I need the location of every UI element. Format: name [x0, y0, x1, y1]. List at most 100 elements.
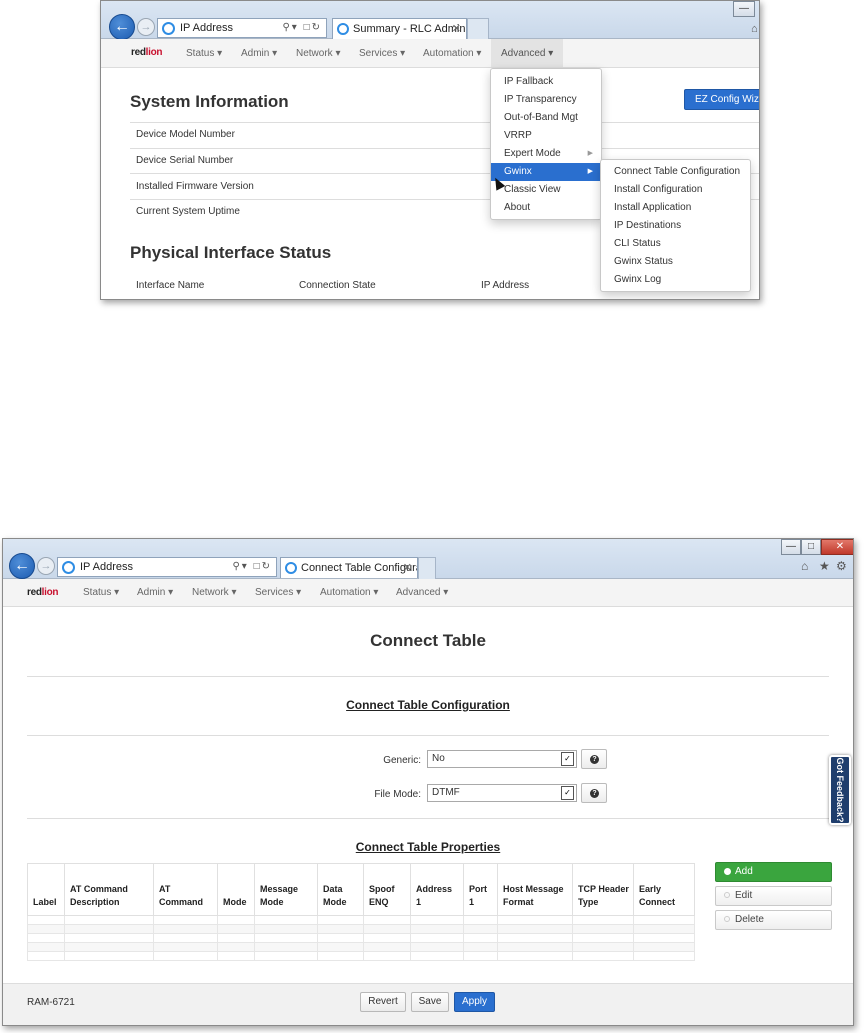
page-title: Connect Table — [370, 631, 486, 650]
menu-out-of-band[interactable]: Out-of-Band Mgt — [491, 109, 601, 127]
save-button[interactable]: Save — [411, 992, 449, 1012]
chevron-down-icon: ✓ — [561, 752, 574, 766]
submenu-gwinx-status[interactable]: Gwinx Status — [601, 253, 750, 271]
close-tab-icon[interactable]: ✕ — [403, 558, 412, 578]
device-model-label: RAM-6721 — [27, 997, 75, 1008]
menu-gwinx[interactable]: Gwinx ▶ — [491, 163, 601, 181]
chevron-right-icon: ▶ — [587, 168, 593, 175]
help-icon: ? — [590, 789, 599, 798]
submenu-install-config[interactable]: Install Configuration — [601, 181, 750, 199]
minimize-icon[interactable]: — — [781, 539, 801, 555]
close-window-icon[interactable]: ✕ — [821, 539, 853, 555]
nav-automation[interactable]: Automation ▾ — [320, 587, 378, 598]
table-row[interactable] — [27, 924, 695, 934]
chevron-right-icon: ▶ — [587, 150, 593, 157]
tab-title: Summary - RLC Administra... — [353, 23, 467, 35]
table-row[interactable] — [27, 933, 695, 943]
row-device-serial: Device Serial Number — [136, 155, 234, 166]
table-row[interactable] — [27, 942, 695, 952]
gear-icon[interactable]: ⚙ — [836, 559, 847, 573]
generic-select[interactable]: No ✓ — [427, 750, 577, 768]
col-message-mode: Message Mode — [254, 863, 318, 916]
back-icon[interactable]: ← — [9, 553, 35, 579]
nav-network[interactable]: Network ▾ — [192, 587, 237, 598]
nav-admin[interactable]: Admin ▾ — [241, 48, 277, 59]
delete-button[interactable]: Delete — [715, 910, 832, 930]
submenu-cli-status[interactable]: CLI Status — [601, 235, 750, 253]
col-at-command-desc: AT Command Description — [64, 863, 154, 916]
close-tab-icon[interactable]: ✕ — [452, 19, 461, 39]
address-text: IP Address — [180, 22, 233, 34]
feedback-tab[interactable]: Got Feedback? — [829, 755, 851, 825]
home-icon[interactable]: ⌂ — [751, 23, 758, 35]
help-icon: ? — [590, 755, 599, 764]
config-section-title: Connect Table Configuration — [346, 698, 510, 712]
table-row[interactable] — [27, 915, 695, 925]
nav-status[interactable]: Status ▾ — [83, 587, 119, 598]
nav-admin[interactable]: Admin ▾ — [137, 587, 173, 598]
nav-advanced[interactable]: Advanced ▾ — [491, 39, 564, 67]
submenu-gwinx-log[interactable]: Gwinx Log — [601, 271, 750, 289]
submenu-ip-destinations[interactable]: IP Destinations — [601, 217, 750, 235]
submenu-install-app[interactable]: Install Application — [601, 199, 750, 217]
col-port-1: Port 1 — [463, 863, 498, 916]
minimize-icon[interactable]: — — [733, 1, 755, 17]
browser-tab[interactable]: Summary - RLC Administra... ✕ — [332, 18, 467, 39]
address-bar[interactable]: IP Address ⚲▾ □↻ — [57, 557, 277, 577]
menu-ip-transparency[interactable]: IP Transparency — [491, 91, 601, 109]
generic-value: No — [432, 753, 445, 764]
submenu-connect-table[interactable]: Connect Table Configuration — [601, 163, 750, 181]
add-button[interactable]: Add — [715, 862, 832, 882]
footer-bar: RAM-6721 Revert Save Apply — [3, 983, 853, 1025]
nav-services[interactable]: Services ▾ — [359, 48, 405, 59]
nav-status[interactable]: Status ▾ — [186, 48, 222, 59]
row-firmware: Installed Firmware Version — [136, 181, 254, 192]
filemode-help-button[interactable]: ? — [581, 783, 607, 803]
edit-button[interactable]: Edit — [715, 886, 832, 906]
filemode-value: DTMF — [432, 787, 460, 798]
nav-automation[interactable]: Automation ▾ — [423, 48, 481, 59]
menu-about[interactable]: About — [491, 199, 601, 217]
maximize-icon[interactable]: □ — [801, 539, 821, 555]
page-title: System Information — [130, 92, 289, 111]
col-mode: Mode — [217, 863, 255, 916]
nav-advanced[interactable]: Advanced ▾ — [396, 587, 448, 598]
redlion-logo: redlion — [131, 47, 163, 58]
col-interface-name: Interface Name — [136, 280, 205, 291]
col-at-command: AT Command — [153, 863, 218, 916]
menu-ip-fallback[interactable]: IP Fallback — [491, 73, 601, 91]
forward-icon[interactable]: → — [37, 557, 55, 575]
connect-table: Label AT Command Description AT Command … — [27, 863, 695, 961]
app-navbar: redlion Status ▾ Admin ▾ Network ▾ Servi… — [3, 579, 853, 607]
bottom-browser-window: — □ ✕ ← → IP Address ⚲▾ □↻ Connect Table… — [2, 538, 854, 1026]
revert-button[interactable]: Revert — [360, 992, 406, 1012]
browser-toolbar: — □ ✕ ← → IP Address ⚲▾ □↻ Connect Table… — [3, 539, 853, 579]
section-title: Physical Interface Status — [130, 243, 332, 262]
apply-button[interactable]: Apply — [454, 992, 495, 1012]
forward-icon[interactable]: → — [137, 18, 155, 36]
address-bar[interactable]: IP Address ⚲▾ □↻ — [157, 18, 327, 38]
filemode-select[interactable]: DTMF ✓ — [427, 784, 577, 802]
ie-icon — [285, 562, 297, 574]
nav-services[interactable]: Services ▾ — [255, 587, 301, 598]
home-icon[interactable]: ⌂ — [801, 559, 808, 573]
browser-tab[interactable]: Connect Table Configurati... ✕ — [280, 557, 418, 578]
ie-icon — [337, 23, 349, 35]
nav-network[interactable]: Network ▾ — [296, 48, 341, 59]
divider — [27, 676, 829, 677]
ez-config-wizard-button[interactable]: EZ Config Wiza — [684, 89, 759, 110]
tab-title: Connect Table Configurati... — [301, 562, 417, 574]
new-tab-area[interactable] — [418, 557, 436, 579]
menu-vrrp[interactable]: VRRP — [491, 127, 601, 145]
menu-expert-mode[interactable]: Expert Mode ▶ — [491, 145, 601, 163]
ie-icon — [62, 561, 75, 574]
table-row[interactable] — [27, 951, 695, 961]
menu-classic-view[interactable]: Classic View — [491, 181, 601, 199]
generic-help-button[interactable]: ? — [581, 749, 607, 769]
search-refresh-icons[interactable]: ⚲▾ □↻ — [282, 19, 322, 37]
row-device-model: Device Model Number — [136, 129, 235, 140]
search-refresh-icons[interactable]: ⚲▾ □↻ — [232, 558, 272, 576]
favorites-star-icon[interactable]: ★ — [819, 559, 830, 573]
back-icon[interactable]: ← — [109, 14, 135, 40]
new-tab-area[interactable] — [467, 18, 489, 39]
